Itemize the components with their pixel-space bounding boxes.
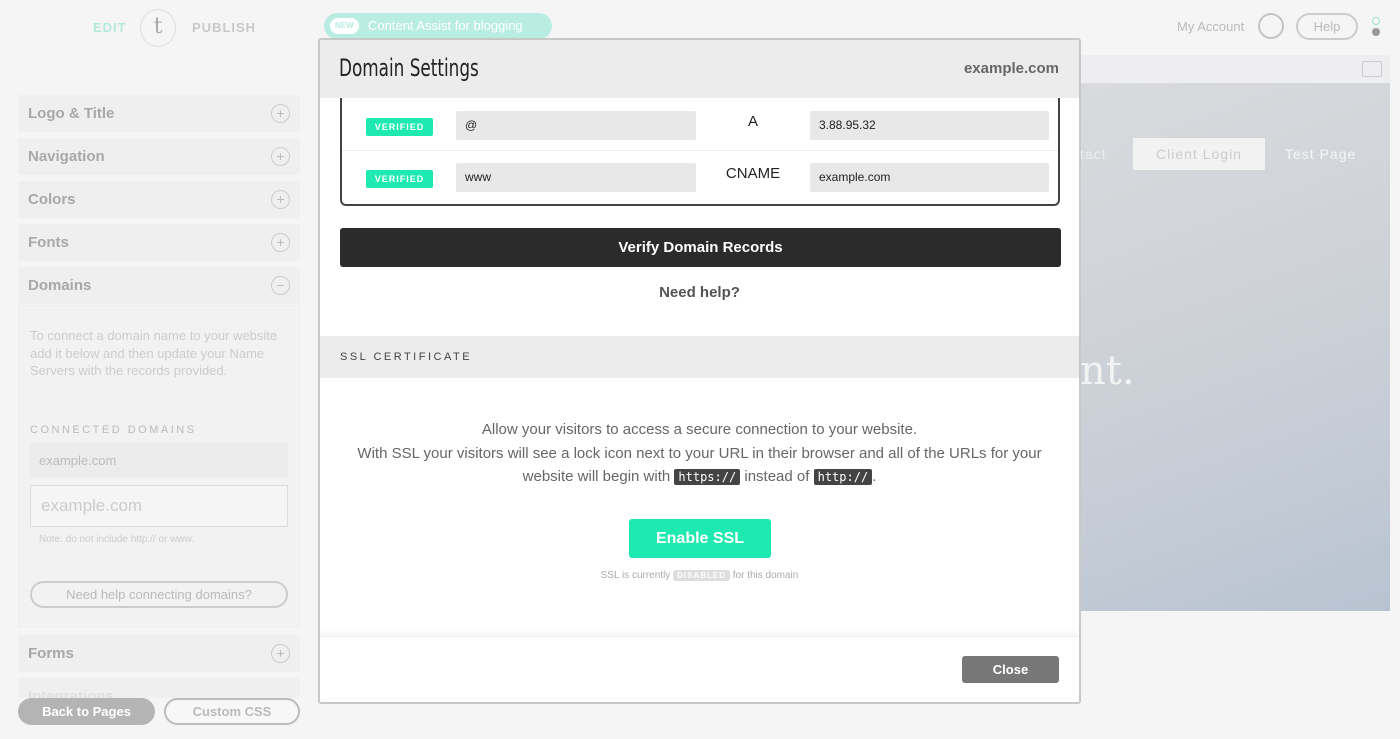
back-to-pages-button[interactable]: Back to Pages	[18, 698, 155, 725]
section-label: Integrations	[28, 688, 114, 698]
sidebar-item-fonts[interactable]: Fonts +	[18, 224, 300, 261]
status-dot-icon	[1372, 28, 1380, 36]
content-assist-banner[interactable]: NEW Content Assist for blogging	[324, 13, 552, 39]
plus-icon[interactable]: +	[271, 190, 290, 209]
record-type: A	[747, 113, 758, 130]
help-connecting-button[interactable]: Need help connecting domains?	[30, 581, 288, 608]
status-badge: VERIFIED	[366, 118, 433, 136]
text: instead of	[744, 468, 810, 485]
enable-ssl-button[interactable]: Enable SSL	[629, 519, 771, 558]
plus-icon[interactable]: +	[271, 147, 290, 166]
nav-link-test-page[interactable]: Test Page	[1285, 146, 1356, 162]
section-label: Forms	[28, 645, 74, 662]
sidebar-item-forms[interactable]: Forms +	[18, 635, 300, 672]
table-row: VERIFIED @ A 3.88.95.32	[342, 101, 1058, 151]
host-field[interactable]: www	[456, 163, 696, 192]
plus-icon[interactable]: +	[271, 233, 290, 252]
ssl-line: website will begin with https:// instead…	[320, 465, 1079, 490]
connected-domain[interactable]: example.com	[30, 443, 288, 478]
hero-image: tact Client Login Test Page nt.	[1080, 83, 1390, 611]
domain-input[interactable]: example.com	[30, 485, 288, 527]
section-label: Colors	[28, 191, 76, 208]
sidebar-item-logo-title[interactable]: Logo & Title +	[18, 95, 300, 132]
user-icon[interactable]	[1258, 13, 1284, 39]
expand-icon[interactable]	[1362, 61, 1382, 77]
section-label: Fonts	[28, 234, 69, 251]
status-dot-icon	[1372, 17, 1380, 25]
dns-records-table: VERIFIED @ A 3.88.95.32 VERIFIED www CNA…	[340, 98, 1060, 206]
modal-title: Domain Settings	[339, 54, 479, 82]
publish-tab[interactable]: PUBLISH	[192, 20, 256, 35]
help-button[interactable]: Help	[1296, 13, 1358, 40]
ssl-line: With SSL your visitors will see a lock i…	[357, 444, 1042, 462]
plus-icon[interactable]: +	[271, 644, 290, 663]
sidebar-item-integrations[interactable]: Integrations	[18, 678, 300, 698]
text: website will begin with	[522, 468, 671, 485]
ssl-description: Allow your visitors to access a secure c…	[320, 418, 1079, 490]
site-preview: tact Client Login Test Page nt.	[1080, 55, 1390, 611]
sidebar-item-domains[interactable]: Domains −	[18, 267, 300, 304]
sidebar-item-navigation[interactable]: Navigation +	[18, 138, 300, 175]
section-label: Navigation	[28, 148, 105, 165]
logo[interactable]: t	[140, 9, 176, 47]
nav-link-contact[interactable]: tact	[1080, 146, 1107, 162]
ssl-status-badge: DISABLED	[673, 570, 730, 581]
text: .	[872, 468, 877, 485]
record-type: CNAME	[725, 165, 781, 182]
new-badge: NEW	[330, 18, 359, 34]
domains-description: To connect a domain name to your website…	[30, 328, 278, 378]
value-field[interactable]: example.com	[810, 163, 1049, 192]
domains-panel: To connect a domain name to your website…	[18, 305, 300, 628]
text: SSL is currently	[600, 570, 671, 581]
my-account-link[interactable]: My Account	[1177, 19, 1244, 34]
table-row: VERIFIED www CNAME example.com	[342, 153, 1058, 203]
sidebar-item-colors[interactable]: Colors +	[18, 181, 300, 218]
section-label: Logo & Title	[28, 105, 115, 122]
http-code: http://	[813, 469, 873, 485]
domain-settings-modal: Domain Settings example.com VERIFIED @ A…	[318, 38, 1081, 704]
plus-icon[interactable]: +	[271, 104, 290, 123]
close-button[interactable]: Close	[962, 656, 1059, 683]
modal-header: Domain Settings example.com	[320, 40, 1079, 98]
ssl-section-heading: SSL CERTIFICATE	[320, 336, 1079, 378]
status-badge: VERIFIED	[366, 170, 433, 188]
connected-domains-label: CONNECTED DOMAINS	[30, 424, 197, 436]
ssl-status: SSL is currently DISABLED for this domai…	[320, 570, 1079, 581]
text: for this domain	[732, 570, 799, 581]
modal-domain: example.com	[963, 60, 1059, 77]
edit-tab[interactable]: EDIT	[93, 20, 127, 35]
value-field[interactable]: 3.88.95.32	[810, 111, 1049, 140]
https-code: https://	[674, 469, 741, 485]
custom-css-button[interactable]: Custom CSS	[164, 698, 300, 725]
promo-text: Content Assist for blogging	[368, 18, 523, 33]
section-label: Domains	[28, 277, 92, 294]
nav-link-client-login[interactable]: Client Login	[1133, 138, 1265, 170]
domain-note: Note: do not include http:// or www.	[39, 534, 195, 545]
hero-text: nt.	[1080, 348, 1135, 394]
verify-domain-records-button[interactable]: Verify Domain Records	[340, 228, 1061, 267]
need-help-link[interactable]: Need help?	[320, 284, 1079, 301]
minus-icon[interactable]: −	[271, 276, 290, 295]
modal-footer: Close	[320, 636, 1079, 702]
ssl-line: Allow your visitors to access a secure c…	[481, 421, 918, 438]
host-field[interactable]: @	[456, 111, 696, 140]
